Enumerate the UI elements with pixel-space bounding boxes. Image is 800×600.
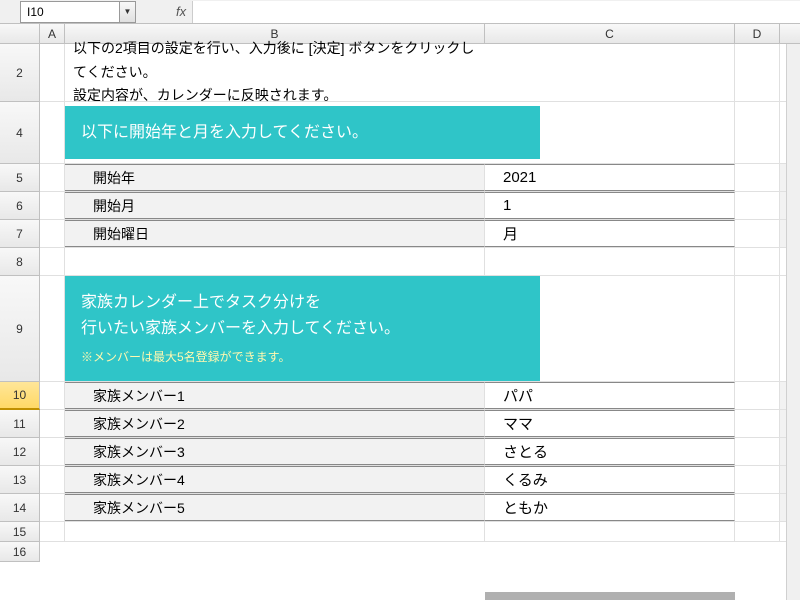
row-header-14[interactable]: 14: [0, 494, 40, 522]
cell-C15[interactable]: [485, 522, 735, 541]
cell-A13[interactable]: [40, 466, 65, 493]
label-member-3[interactable]: 家族メンバー3: [65, 438, 485, 465]
cell-C2[interactable]: [485, 44, 735, 101]
cell-A2[interactable]: [40, 44, 65, 101]
row-header-2[interactable]: 2: [0, 44, 40, 102]
cell-D7[interactable]: [735, 220, 780, 247]
row-header-8[interactable]: 8: [0, 248, 40, 276]
cell-D5[interactable]: [735, 164, 780, 191]
col-header-D[interactable]: D: [735, 24, 780, 43]
cell-D8[interactable]: [735, 248, 780, 275]
cell-D10[interactable]: [735, 382, 780, 409]
cell-A10[interactable]: [40, 382, 65, 409]
value-member-2[interactable]: ママ: [485, 410, 735, 437]
row-header-13[interactable]: 13: [0, 466, 40, 494]
cell-C8[interactable]: [485, 248, 735, 275]
select-all-corner[interactable]: [0, 24, 40, 43]
cell-A14[interactable]: [40, 494, 65, 521]
cell-A7[interactable]: [40, 220, 65, 247]
cell-A9[interactable]: [40, 276, 65, 381]
value-start-year[interactable]: 2021: [485, 164, 735, 191]
row-header-11[interactable]: 11: [0, 410, 40, 438]
label-member-2[interactable]: 家族メンバー2: [65, 410, 485, 437]
cell-D9[interactable]: [735, 276, 780, 381]
cell-D13[interactable]: [735, 466, 780, 493]
cell-A6[interactable]: [40, 192, 65, 219]
cell-D11[interactable]: [735, 410, 780, 437]
formula-input[interactable]: [192, 1, 800, 23]
row-header-9[interactable]: 9: [0, 276, 40, 382]
value-member-1[interactable]: パパ: [485, 382, 735, 409]
col-header-C[interactable]: C: [485, 24, 735, 43]
cell-D15[interactable]: [735, 522, 780, 541]
label-member-5[interactable]: 家族メンバー5: [65, 494, 485, 521]
cell-D2[interactable]: [735, 44, 780, 101]
row-header-7[interactable]: 7: [0, 220, 40, 248]
cell-C4[interactable]: [540, 102, 735, 163]
row-header-15[interactable]: 15: [0, 522, 40, 542]
banner-start-date: 以下に開始年と月を入力してください。: [65, 106, 540, 160]
label-member-1[interactable]: 家族メンバー1: [65, 382, 485, 409]
fx-label: fx: [176, 4, 186, 19]
value-member-5[interactable]: ともか: [485, 494, 735, 521]
col-header-A[interactable]: A: [40, 24, 65, 43]
cell-B4[interactable]: 以下に開始年と月を入力してください。: [65, 102, 540, 163]
row-header-4[interactable]: 4: [0, 102, 40, 164]
cell-B15[interactable]: [65, 522, 485, 541]
cell-D14[interactable]: [735, 494, 780, 521]
value-start-weekday[interactable]: 月: [485, 220, 735, 247]
row-header-12[interactable]: 12: [0, 438, 40, 466]
cell-A15[interactable]: [40, 522, 65, 541]
value-member-3[interactable]: さとる: [485, 438, 735, 465]
row-header-16[interactable]: 16: [0, 542, 40, 562]
banner-family-members: 家族カレンダー上でタスク分けを 行いたい家族メンバーを入力してください。 ※メン…: [65, 276, 540, 380]
label-start-weekday[interactable]: 開始曜日: [65, 220, 485, 247]
button-shape-partial: [485, 592, 735, 600]
row-header-10[interactable]: 10: [0, 382, 40, 410]
cell-A8[interactable]: [40, 248, 65, 275]
cell-C9[interactable]: [540, 276, 735, 381]
cell-B8[interactable]: [65, 248, 485, 275]
label-start-month[interactable]: 開始月: [65, 192, 485, 219]
cell-A11[interactable]: [40, 410, 65, 437]
label-start-year[interactable]: 開始年: [65, 164, 485, 191]
value-member-4[interactable]: くるみ: [485, 466, 735, 493]
cell-D4[interactable]: [735, 102, 780, 163]
cell-D12[interactable]: [735, 438, 780, 465]
vertical-scrollbar[interactable]: [786, 44, 800, 600]
cell-B9[interactable]: 家族カレンダー上でタスク分けを 行いたい家族メンバーを入力してください。 ※メン…: [65, 276, 540, 381]
name-box-dropdown-icon[interactable]: ▼: [120, 1, 136, 23]
cell-D6[interactable]: [735, 192, 780, 219]
formula-bar: I10 ▼ fx: [0, 0, 800, 24]
cell-A4[interactable]: [40, 102, 65, 163]
label-member-4[interactable]: 家族メンバー4: [65, 466, 485, 493]
name-box[interactable]: I10: [20, 1, 120, 23]
row-header-5[interactable]: 5: [0, 164, 40, 192]
cell-A12[interactable]: [40, 438, 65, 465]
row-header-6[interactable]: 6: [0, 192, 40, 220]
value-start-month[interactable]: 1: [485, 192, 735, 219]
cell-B2[interactable]: 以下の2項目の設定を行い、入力後に [決定] ボタンをクリックしてください。 設…: [65, 44, 485, 101]
cell-A5[interactable]: [40, 164, 65, 191]
